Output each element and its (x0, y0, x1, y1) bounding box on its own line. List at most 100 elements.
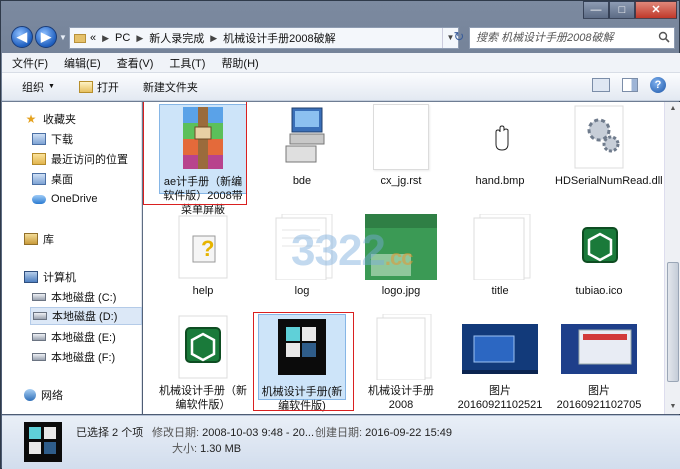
search-icon[interactable] (658, 31, 670, 43)
disk-icon (33, 312, 47, 320)
library-icon (24, 233, 38, 245)
menu-file[interactable]: 文件(F) (12, 55, 48, 71)
file-name: ae计手册（新编软件版）2008带菜单屏蔽 (163, 176, 243, 216)
open-icon (78, 80, 93, 93)
breadcrumb-separator: ▶ (136, 32, 144, 43)
address-row: ◀ ▶ ▼ « ▶ PC ▶ 新人录完成 ▶ 机械设计手册2008破解 ▼ ↻ … (1, 25, 680, 51)
recent-pages-dropdown[interactable]: ▼ (59, 33, 67, 42)
file-item-cx-jg[interactable]: cx_jg.rst (357, 104, 445, 188)
file-item-screenshot-1[interactable]: 图片20160921102521 (456, 314, 544, 412)
help-file-icon: ? (163, 214, 243, 280)
nav-recent-places[interactable]: 最近访问的位置 (32, 150, 128, 168)
menu-edit[interactable]: 编辑(E) (64, 55, 101, 71)
breadcrumb-separator: ▶ (102, 32, 110, 43)
file-name: 机械设计手册(新编软件版) (261, 386, 343, 412)
document-icon (361, 313, 441, 381)
organize-label: 组织 (22, 81, 44, 94)
file-item-title[interactable]: title (456, 213, 544, 298)
details-pane: 已选择 2 个项 修改日期: 2008-10-03 9:48 - 20... 创… (2, 415, 680, 469)
file-item-tubiao[interactable]: tubiao.ico (555, 214, 643, 298)
new-folder-button[interactable]: 新建文件夹 (143, 79, 198, 95)
menu-tools[interactable]: 工具(T) (169, 55, 205, 71)
title-bar: — □ ✕ (1, 1, 680, 23)
scroll-down-icon[interactable]: ▼ (665, 400, 680, 414)
recent-folder-icon (32, 153, 46, 165)
file-name: logo.jpg (381, 285, 421, 297)
vertical-scrollbar[interactable]: ▲ ▼ (664, 102, 680, 414)
file-size: 大小: 1.30 MB (172, 440, 241, 456)
nav-network[interactable]: 网络 (24, 386, 63, 404)
menu-view[interactable]: 查看(V) (117, 55, 154, 71)
nav-downloads[interactable]: 下载 (32, 130, 73, 148)
file-item-hdserial[interactable]: HDSerialNumRead.dll (555, 104, 663, 188)
file-name: log (294, 285, 310, 297)
breadcrumb-current[interactable]: 机械设计手册2008破解 (223, 30, 335, 46)
file-item-logo-jpg[interactable]: logo.jpg (357, 214, 445, 298)
file-name: help (192, 285, 214, 297)
file-item-manual-2008[interactable]: 机械设计手册2008 (357, 313, 445, 412)
file-item-winrar[interactable]: ae计手册（新编软件版）2008带菜单屏蔽 (159, 104, 247, 216)
breadcrumb-overflow[interactable]: « (90, 32, 96, 44)
help-icon[interactable]: ? (650, 77, 666, 93)
forward-button[interactable]: ▶ (35, 26, 57, 48)
file-item-log[interactable]: log (258, 213, 346, 298)
open-button[interactable]: 打开 (78, 79, 119, 95)
change-view-icon[interactable] (592, 78, 610, 92)
nav-onedrive[interactable]: OneDrive (32, 190, 97, 208)
file-item-manual-exe[interactable]: 机械设计手册（新编软件版） (159, 314, 247, 412)
window-controls: — □ ✕ (583, 1, 677, 19)
file-name: 机械设计手册2008 (368, 385, 434, 411)
nav-libraries-label: 库 (43, 234, 54, 246)
address-bar[interactable]: « ▶ PC ▶ 新人录完成 ▶ 机械设计手册2008破解 ▼ (69, 27, 459, 49)
download-folder-icon (32, 133, 46, 145)
desktop-icon (32, 173, 46, 185)
organize-button[interactable]: 组织 ▼ (22, 79, 55, 95)
minimize-button[interactable]: — (583, 1, 609, 19)
nav-computer[interactable]: 计算机 (24, 268, 76, 286)
modified-value: 2008-10-03 9:48 - 20... (202, 427, 315, 439)
nav-drive-c[interactable]: 本地磁盘 (C:) (32, 288, 116, 306)
app-icon-dark (262, 315, 342, 381)
file-name: bde (292, 175, 312, 187)
selection-count: 已选择 2 个项 (76, 427, 144, 439)
file-list: ae计手册（新编软件版）2008带菜单屏蔽 bde cx_jg.rst hand… (143, 102, 664, 414)
file-item-bde[interactable]: bde (258, 104, 346, 188)
search-input[interactable]: 搜索 机械设计手册2008破解 (469, 27, 675, 49)
file-item-screenshot-2[interactable]: 图片20160921102705 (555, 314, 643, 412)
command-bar: 组织 ▼ 打开 新建文件夹 ? (2, 73, 680, 101)
file-name: HDSerialNumRead.dll (555, 175, 663, 187)
file-item-help[interactable]: ? help (159, 214, 247, 298)
file-name: 图片20160921102705 (556, 385, 642, 411)
close-button[interactable]: ✕ (635, 1, 677, 19)
scroll-up-icon[interactable]: ▲ (665, 102, 680, 116)
refresh-icon[interactable]: ↻ (451, 29, 467, 45)
menu-help[interactable]: 帮助(H) (221, 55, 258, 71)
text-file-icon (262, 213, 342, 281)
document-icon (361, 104, 441, 170)
nav-item-label: 下载 (51, 134, 73, 146)
scroll-thumb[interactable] (667, 262, 679, 382)
nav-item-label: 最近访问的位置 (51, 154, 128, 166)
back-button[interactable]: ◀ (11, 26, 33, 48)
breadcrumb-folder[interactable]: 新人录完成 (149, 30, 204, 46)
file-item-hand-bmp[interactable]: hand.bmp (456, 104, 544, 188)
folder-icon (74, 33, 86, 43)
nav-drive-f[interactable]: 本地磁盘 (F:) (32, 348, 115, 366)
nav-item-label: 本地磁盘 (F:) (51, 352, 116, 364)
chevron-down-icon: ▼ (48, 83, 55, 90)
view-controls: ? (592, 77, 666, 93)
file-item-manual-cracked[interactable]: 机械设计手册(新编软件版) (258, 314, 346, 412)
star-icon: ★ (25, 112, 37, 126)
app-logo-icon (559, 214, 639, 280)
maximize-button[interactable]: □ (609, 1, 635, 19)
nav-libraries[interactable]: 库 (24, 230, 54, 248)
nav-drive-e[interactable]: 本地磁盘 (E:) (32, 328, 116, 346)
nav-drive-d[interactable]: 本地磁盘 (D:) (30, 307, 142, 325)
nav-favorites[interactable]: ★ 收藏夹 (24, 110, 76, 128)
breadcrumb-pc[interactable]: PC (115, 32, 130, 44)
menu-bar: 文件(F) 编辑(E) 查看(V) 工具(T) 帮助(H) (2, 53, 680, 73)
selected-file-thumbnail (24, 422, 62, 462)
svg-text:?: ? (201, 236, 214, 261)
preview-pane-icon[interactable] (622, 78, 638, 92)
nav-desktop[interactable]: 桌面 (32, 170, 73, 188)
